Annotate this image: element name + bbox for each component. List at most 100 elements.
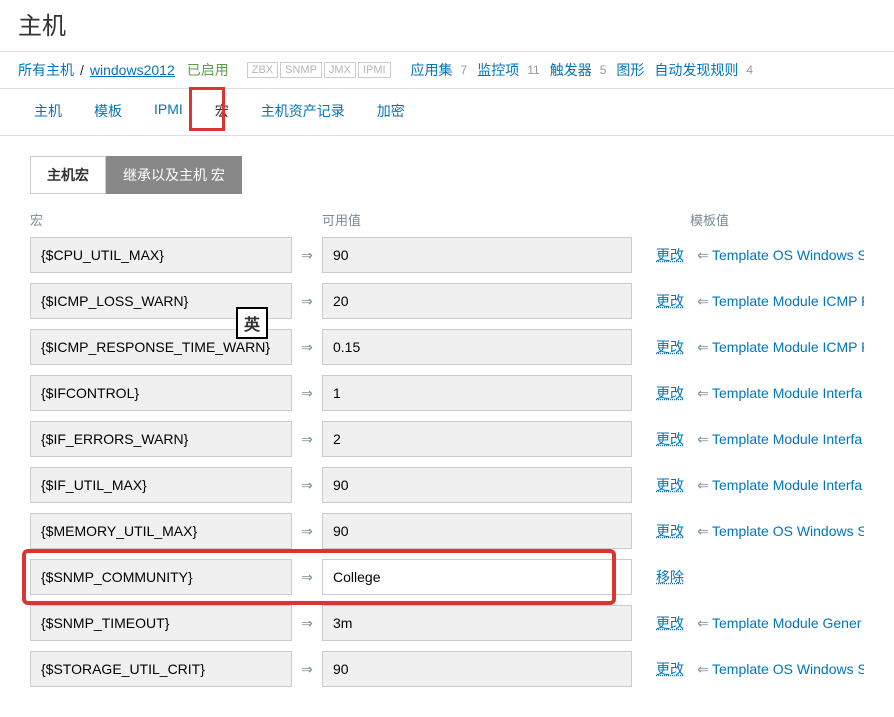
macro-name-input[interactable] <box>30 375 292 411</box>
macro-value-input[interactable] <box>322 375 632 411</box>
macro-row: ⇒ 更改⇐Template OS Windows S <box>30 651 864 687</box>
page-title: 主机 <box>0 0 894 51</box>
arrow-left-icon: ⇐ <box>694 247 712 264</box>
arrow-right-icon: ⇒ <box>292 431 322 448</box>
stat-discovery[interactable]: 自动发现规则 <box>654 60 738 80</box>
macro-value-input[interactable] <box>322 421 632 457</box>
stat-count: 11 <box>527 63 539 77</box>
sub-tabs: 主机宏 继承以及主机 宏 <box>30 156 864 194</box>
change-link[interactable]: 更改 <box>656 383 694 403</box>
sub-tab-inherited-macros[interactable]: 继承以及主机 宏 <box>106 156 242 194</box>
content: 主机宏 继承以及主机 宏 宏 可用值 模板值 ⇒更改⇐Template OS W… <box>0 136 894 717</box>
macro-name-input[interactable] <box>30 513 292 549</box>
arrow-right-icon: ⇒ <box>292 523 322 540</box>
macro-row: ⇒ 更改⇐Template Module Interfa <box>30 375 864 411</box>
tab-inventory[interactable]: 主机资产记录 <box>245 89 361 135</box>
macro-row: ⇒ 移除 <box>30 559 864 595</box>
proto-snmp: SNMP <box>280 62 322 78</box>
macro-table: 宏 可用值 模板值 ⇒更改⇐Template OS Windows S⇒更改⇐T… <box>30 210 864 687</box>
macro-row: ⇒ 更改⇐Template OS Windows S <box>30 237 864 273</box>
tabs: 主机 模板 IPMI 宏 主机资产记录 加密 <box>0 89 894 136</box>
proto-jmx: JMX <box>324 62 356 78</box>
macro-name-input[interactable] <box>30 605 292 641</box>
macro-value-input[interactable] <box>322 651 632 687</box>
arrow-left-icon: ⇐ <box>694 615 712 632</box>
change-link[interactable]: 更改 <box>656 475 694 495</box>
macro-name-input[interactable] <box>30 559 292 595</box>
tab-host[interactable]: 主机 <box>18 89 78 135</box>
remove-link[interactable]: 移除 <box>656 567 694 587</box>
stat-triggers[interactable]: 触发器 <box>550 60 592 80</box>
arrow-right-icon: ⇒ <box>292 661 322 678</box>
macro-name-input[interactable] <box>30 329 292 365</box>
template-link[interactable]: Template Module ICMP P <box>712 339 864 355</box>
macro-name-input[interactable] <box>30 237 292 273</box>
template-link[interactable]: Template OS Windows S <box>712 247 864 263</box>
arrow-right-icon: ⇒ <box>292 569 322 586</box>
change-link[interactable]: 更改 <box>656 659 694 679</box>
template-link[interactable]: Template Module ICMP P <box>712 293 864 309</box>
arrow-left-icon: ⇐ <box>694 523 712 540</box>
protocols: ZBX SNMP JMX IPMI <box>247 62 393 78</box>
col-header-template: 模板值 <box>632 210 864 229</box>
col-header-macro: 宏 <box>30 210 292 229</box>
proto-zbx: ZBX <box>247 62 278 78</box>
stat-applications[interactable]: 应用集 <box>411 60 453 80</box>
template-link[interactable]: Template Module Interfa <box>712 431 864 447</box>
macro-value-input[interactable] <box>322 559 632 595</box>
change-link[interactable]: 更改 <box>656 613 694 633</box>
change-link[interactable]: 更改 <box>656 245 694 265</box>
col-header-value: 可用值 <box>322 210 632 229</box>
arrow-left-icon: ⇐ <box>694 477 712 494</box>
macro-name-input[interactable] <box>30 467 292 503</box>
change-link[interactable]: 更改 <box>656 521 694 541</box>
macro-value-input[interactable] <box>322 329 632 365</box>
arrow-left-icon: ⇐ <box>694 293 712 310</box>
template-link[interactable]: Template OS Windows S <box>712 661 864 677</box>
template-link[interactable]: Template Module Interfa <box>712 477 864 493</box>
separator: / <box>80 62 84 78</box>
sub-tab-host-macros[interactable]: 主机宏 <box>30 156 106 194</box>
stat-count: 4 <box>746 63 753 77</box>
macro-row: ⇒ 更改⇐Template Module Gener <box>30 605 864 641</box>
macro-value-input[interactable] <box>322 467 632 503</box>
macro-header: 宏 可用值 模板值 <box>30 210 864 237</box>
arrow-left-icon: ⇐ <box>694 385 712 402</box>
arrow-right-icon: ⇒ <box>292 385 322 402</box>
macro-value-input[interactable] <box>322 283 632 319</box>
tab-encryption[interactable]: 加密 <box>361 89 421 135</box>
arrow-right-icon: ⇒ <box>292 247 322 264</box>
macro-value-input[interactable] <box>322 237 632 273</box>
stat-graphs[interactable]: 图形 <box>616 60 644 80</box>
template-link[interactable]: Template Module Interfa <box>712 385 864 401</box>
macro-name-input[interactable] <box>30 651 292 687</box>
arrow-right-icon: ⇒ <box>292 293 322 310</box>
macro-value-input[interactable] <box>322 513 632 549</box>
proto-ipmi: IPMI <box>358 62 391 78</box>
macro-row: ⇒ 更改⇐Template OS Windows S <box>30 513 864 549</box>
change-link[interactable]: 更改 <box>656 291 694 311</box>
arrow-right-icon: ⇒ <box>292 615 322 632</box>
macro-name-input[interactable] <box>30 421 292 457</box>
stat-count: 5 <box>600 63 607 77</box>
change-link[interactable]: 更改 <box>656 429 694 449</box>
macro-value-input[interactable] <box>322 605 632 641</box>
arrow-left-icon: ⇐ <box>694 339 712 356</box>
tab-macros[interactable]: 宏 <box>199 89 245 135</box>
macro-row: ⇒更改⇐Template Module ICMP P英 <box>30 329 864 365</box>
arrow-left-icon: ⇐ <box>694 661 712 678</box>
status-enabled: 已启用 <box>187 60 229 80</box>
breadcrumb: 所有主机 / windows2012 已启用 ZBX SNMP JMX IPMI… <box>0 51 894 89</box>
breadcrumb-all-hosts[interactable]: 所有主机 <box>18 60 74 80</box>
template-link[interactable]: Template OS Windows S <box>712 523 864 539</box>
tab-templates[interactable]: 模板 <box>78 89 138 135</box>
macro-row: ⇒ 更改⇐Template Module Interfa <box>30 421 864 457</box>
arrow-left-icon: ⇐ <box>694 431 712 448</box>
stat-items[interactable]: 监控项 <box>477 60 519 80</box>
breadcrumb-host-name[interactable]: windows2012 <box>90 62 175 78</box>
arrow-right-icon: ⇒ <box>292 339 322 356</box>
macro-name-input[interactable] <box>30 283 292 319</box>
template-link[interactable]: Template Module Gener <box>712 615 864 631</box>
tab-ipmi[interactable]: IPMI <box>138 89 199 135</box>
change-link[interactable]: 更改 <box>656 337 694 357</box>
